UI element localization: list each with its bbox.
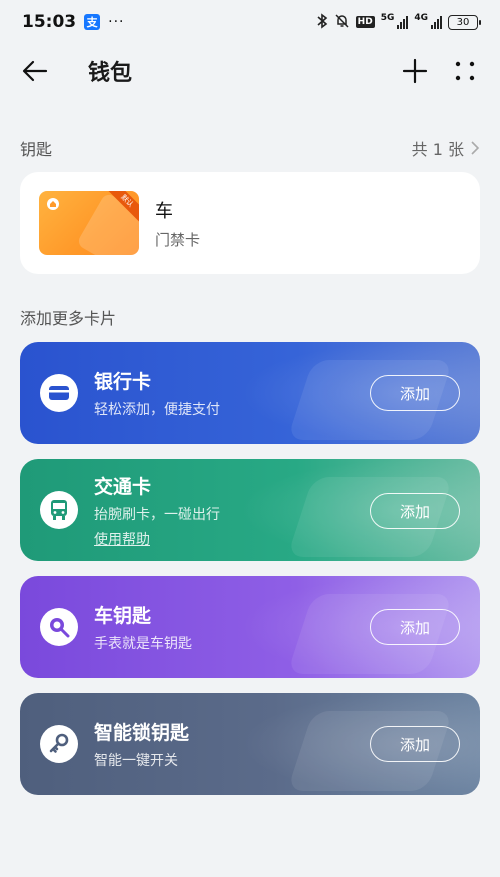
add-bank-card-button[interactable]: 添加 (370, 375, 460, 411)
keys-count: 共 1 张 (411, 140, 464, 159)
more-dots-icon (455, 61, 475, 81)
battery-indicator: 30 (448, 14, 481, 30)
access-card-type: 门禁卡 (155, 230, 201, 249)
car-key-title: 车钥匙 (94, 605, 152, 627)
bank-card-subtitle: 轻松添加，便捷支付 (94, 402, 220, 418)
car-key-icon (40, 608, 78, 646)
keys-count-link[interactable]: 共 1 张 (412, 136, 480, 160)
home-icon (47, 198, 59, 210)
transit-help-link[interactable]: 使用帮助 (94, 529, 220, 549)
signal-strength-1-icon (397, 15, 409, 29)
hd-voice-badge: HD (355, 16, 375, 28)
car-key-subtitle: 手表就是车钥匙 (94, 636, 192, 652)
access-card-item[interactable]: 默认 车 门禁卡 (20, 172, 480, 274)
status-time: 15:03 (22, 12, 77, 32)
more-notifications-icon: ··· (108, 14, 125, 30)
mute-bell-icon (334, 13, 350, 32)
add-more-section-title: 添加更多卡片 (20, 309, 117, 328)
add-more-section-header: 添加更多卡片 (20, 305, 480, 329)
plus-icon (402, 58, 428, 84)
add-transit-card-button[interactable]: 添加 (370, 493, 460, 529)
back-arrow-icon (22, 60, 48, 82)
transit-card-subtitle: 抬腕刷卡，一碰出行 (94, 506, 220, 523)
more-options-button[interactable] (450, 56, 480, 86)
bus-icon (40, 491, 78, 529)
signal-strength-2-icon (431, 15, 442, 29)
transit-card-entry[interactable]: 交通卡 抬腕刷卡，一碰出行 使用帮助 添加 (20, 459, 480, 561)
transit-card-title: 交通卡 (94, 475, 152, 498)
app-header: 钱包 (0, 44, 500, 98)
back-button[interactable] (20, 56, 50, 86)
network-4g-label: 4G (414, 12, 428, 23)
network-5g-label: 5G (380, 12, 395, 23)
keys-section-header: 钥匙 共 1 张 (20, 136, 480, 160)
wallet-screen: 15:03 支 ··· HD 5G 4G 30 钱包 钥匙 共 1 张 默认 车… (0, 0, 500, 877)
add-car-key-button[interactable]: 添加 (370, 609, 460, 645)
bank-card-icon (40, 374, 78, 412)
bluetooth-icon (316, 12, 328, 32)
add-smart-lock-button[interactable]: 添加 (370, 726, 460, 762)
smart-lock-title: 智能锁钥匙 (94, 722, 190, 744)
car-key-entry[interactable]: 车钥匙 手表就是车钥匙 添加 (20, 576, 480, 678)
page-title: 钱包 (88, 61, 133, 86)
chevron-right-icon (471, 141, 480, 155)
alipay-notification-icon: 支 (84, 14, 101, 30)
bank-card-title: 银行卡 (94, 371, 152, 393)
smart-lock-subtitle: 智能一键开关 (94, 753, 178, 769)
bank-card-entry[interactable]: 银行卡 轻松添加，便捷支付 添加 (20, 342, 480, 444)
add-card-button[interactable] (400, 56, 430, 86)
smart-lock-key-entry[interactable]: 智能锁钥匙 智能一键开关 添加 (20, 693, 480, 795)
access-card-thumbnail: 默认 (39, 191, 139, 255)
keys-section-title: 钥匙 (20, 140, 53, 159)
access-card-name: 车 (155, 200, 173, 222)
status-bar: 15:03 支 ··· HD 5G 4G 30 (0, 0, 500, 44)
key-icon (40, 725, 78, 763)
